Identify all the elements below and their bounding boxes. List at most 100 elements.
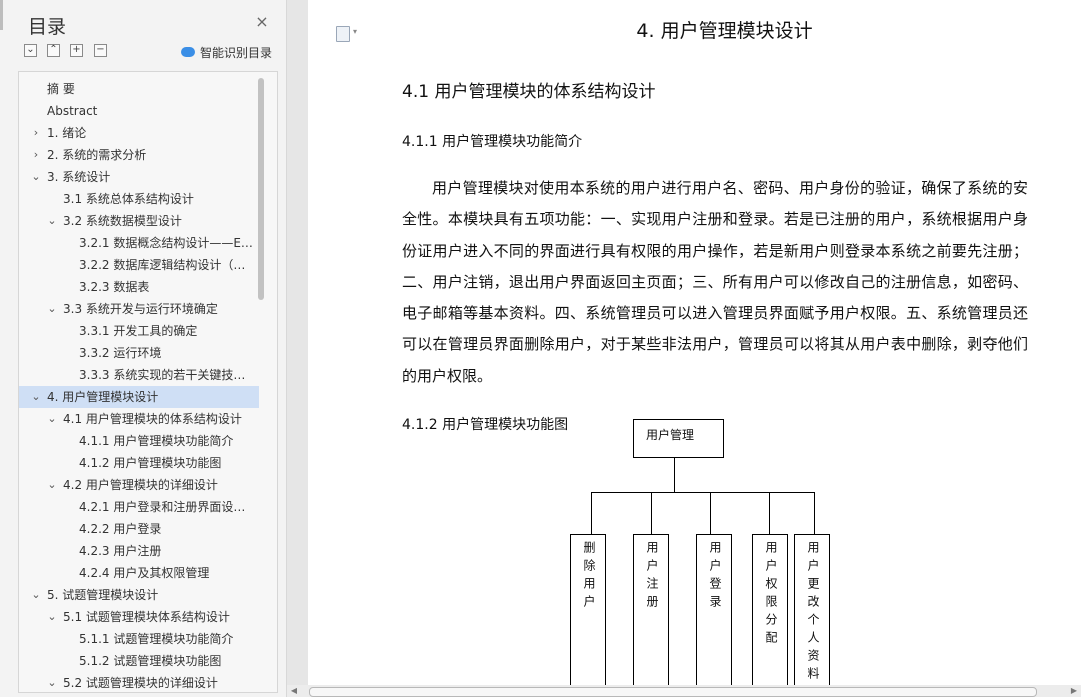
toc-item-label: 4.2 用户管理模块的详细设计 bbox=[63, 478, 218, 492]
toc-item-label: 摘 要 bbox=[47, 82, 75, 96]
scroll-left-icon[interactable]: ◀ bbox=[289, 685, 299, 697]
chevron-down-icon[interactable]: ⌄ bbox=[47, 298, 57, 320]
diagram-connector bbox=[674, 458, 675, 492]
remove-heading-button[interactable]: − bbox=[94, 44, 107, 57]
chevron-right-icon[interactable]: › bbox=[31, 122, 41, 144]
toc-title: 目录 bbox=[28, 16, 67, 38]
diagram-connector bbox=[769, 492, 770, 534]
chevron-down-icon[interactable]: ⌄ bbox=[31, 166, 41, 188]
toc-item[interactable]: › 1. 绪论 bbox=[19, 122, 259, 144]
toc-item[interactable]: 3.3.2 运行环境 bbox=[19, 342, 259, 364]
toc-item[interactable]: ⌄ 3.3 系统开发与运行环境确定 bbox=[19, 298, 259, 320]
diagram-connector bbox=[651, 492, 652, 534]
toc-item-label: 1. 绪论 bbox=[47, 126, 87, 140]
toc-item-label: 4.2.1 用户登录和注册界面设… bbox=[79, 500, 246, 514]
toc-item[interactable]: 摘 要 bbox=[19, 78, 259, 100]
toc-item-label: 3.3.2 运行环境 bbox=[79, 346, 162, 360]
diagram-box-edit-profile: 用户更改个人资料 bbox=[794, 534, 830, 694]
chevron-down-icon[interactable]: ⌄ bbox=[47, 474, 57, 496]
toc-item[interactable]: ⌄ 3. 系统设计 bbox=[19, 166, 259, 188]
toc-item[interactable]: 4.2.4 用户及其权限管理 bbox=[19, 562, 259, 584]
toc-item[interactable]: ⌄ 5.1 试题管理模块体系结构设计 bbox=[19, 606, 259, 628]
toc-item[interactable]: 4.2.3 用户注册 bbox=[19, 540, 259, 562]
toc-item-label: 5.1 试题管理模块体系结构设计 bbox=[63, 610, 230, 624]
toc-item[interactable]: 3.2.2 数据库逻辑结构设计（… bbox=[19, 254, 259, 276]
toc-item-label: 4.2.4 用户及其权限管理 bbox=[79, 566, 210, 580]
toc-item-label: 5.1.1 试题管理模块功能简介 bbox=[79, 632, 234, 646]
diagram-connector bbox=[591, 492, 592, 534]
document-page: 4. 用户管理模块设计 4.1 用户管理模块的体系结构设计 4.1.1 用户管理… bbox=[308, 0, 1081, 694]
toc-item-label: 3.2.3 数据表 bbox=[79, 280, 150, 294]
chevron-down-icon[interactable]: ⌄ bbox=[47, 210, 57, 232]
toc-item[interactable]: ⌄ 3.2 系统数据模型设计 bbox=[19, 210, 259, 232]
toc-item-label: 3.2.1 数据概念结构设计——E… bbox=[79, 236, 253, 250]
toc-item[interactable]: ⌄ 4. 用户管理模块设计 bbox=[19, 386, 259, 408]
chevron-down-icon[interactable]: ⌄ bbox=[47, 672, 57, 692]
diagram-connector bbox=[814, 492, 815, 534]
toc-item-label: 3.1 系统总体系结构设计 bbox=[63, 192, 194, 206]
chevron-down-icon[interactable]: ⌄ bbox=[31, 584, 41, 606]
section-heading: 4.1 用户管理模块的体系结构设计 bbox=[402, 82, 656, 102]
toc-item-label: 4.1.2 用户管理模块功能图 bbox=[79, 456, 222, 470]
toc-item[interactable]: ⌄ 5. 试题管理模块设计 bbox=[19, 584, 259, 606]
subsection-heading-intro: 4.1.1 用户管理模块功能简介 bbox=[402, 134, 583, 150]
document-area: 4. 用户管理模块设计 4.1 用户管理模块的体系结构设计 4.1.1 用户管理… bbox=[287, 0, 1081, 694]
sidebar-edge-tab[interactable] bbox=[0, 0, 3, 30]
chevron-down-icon[interactable]: ⌄ bbox=[47, 408, 57, 430]
toc-item[interactable]: 4.2.1 用户登录和注册界面设… bbox=[19, 496, 259, 518]
toc-item[interactable]: › 2. 系统的需求分析 bbox=[19, 144, 259, 166]
toc-item[interactable]: 4.1.1 用户管理模块功能简介 bbox=[19, 430, 259, 452]
toc-item[interactable]: 4.1.2 用户管理模块功能图 bbox=[19, 452, 259, 474]
smart-toc-button[interactable]: 智能识别目录 bbox=[181, 44, 272, 60]
diagram-box-permissions: 用户权限分配 bbox=[752, 534, 788, 694]
toc-item-label: 5.2 试题管理模块的详细设计 bbox=[63, 676, 218, 690]
expand-up-button[interactable]: ⌃ bbox=[47, 44, 60, 57]
diagram-connector bbox=[591, 492, 815, 493]
smart-toc-label: 智能识别目录 bbox=[200, 45, 273, 60]
diagram-root-box: 用户管理 bbox=[633, 419, 724, 458]
toc-scrollbar[interactable] bbox=[258, 78, 264, 300]
toc-item[interactable]: ⌄ 4.1 用户管理模块的体系结构设计 bbox=[19, 408, 259, 430]
chevron-right-icon[interactable]: › bbox=[31, 144, 41, 166]
toc-item-label: 4.1 用户管理模块的体系结构设计 bbox=[63, 412, 242, 426]
toc-item-label: 4.2.2 用户登录 bbox=[79, 522, 162, 536]
toc-item[interactable]: 5.1.1 试题管理模块功能简介 bbox=[19, 628, 259, 650]
close-icon[interactable]: × bbox=[254, 14, 270, 30]
toc-item-label: 3.3.1 开发工具的确定 bbox=[79, 324, 198, 338]
toc-item-label: 2. 系统的需求分析 bbox=[47, 148, 147, 162]
toc-item[interactable]: 3.2.3 数据表 bbox=[19, 276, 259, 298]
toc-item-label: 5.1.2 试题管理模块功能图 bbox=[79, 654, 222, 668]
toc-item-label: 3.2 系统数据模型设计 bbox=[63, 214, 182, 228]
toc-item-label: 4.2.3 用户注册 bbox=[79, 544, 162, 558]
toc-item[interactable]: 5.1.2 试题管理模块功能图 bbox=[19, 650, 259, 672]
toc-item[interactable]: ⌄ 4.2 用户管理模块的详细设计 bbox=[19, 474, 259, 496]
toc-sidebar: 目录 × ⌄ ⌃ + − 智能识别目录 摘 要 Abstract › 1. 绪论 › 2.… bbox=[0, 0, 287, 697]
diagram-box-register: 用户注册 bbox=[633, 534, 669, 694]
toc-item-label: 5. 试题管理模块设计 bbox=[47, 588, 159, 602]
toc-item-label: 3.2.2 数据库逻辑结构设计（… bbox=[79, 258, 246, 272]
toc-item-label: 3. 系统设计 bbox=[47, 170, 111, 184]
toc-item[interactable]: 4.2.2 用户登录 bbox=[19, 518, 259, 540]
toc-item-label: 4.1.1 用户管理模块功能简介 bbox=[79, 434, 234, 448]
toc-item[interactable]: ⌄ 5.2 试题管理模块的详细设计 bbox=[19, 672, 259, 692]
body-paragraph: 用户管理模块对使用本系统的用户进行用户名、密码、用户身份的验证，确保了系统的安全… bbox=[402, 179, 1028, 385]
toc-panel: 摘 要 Abstract › 1. 绪论 › 2. 系统的需求分析 ⌄ 3. 系统设计 3.1 … bbox=[18, 71, 278, 693]
collapse-all-button[interactable]: ⌄ bbox=[24, 44, 37, 57]
horizontal-scroll-thumb[interactable] bbox=[309, 687, 1037, 697]
toc-item[interactable]: 3.1 系统总体系结构设计 bbox=[19, 188, 259, 210]
toc-item[interactable]: 3.3.3 系统实现的若干关键技… bbox=[19, 364, 259, 386]
chapter-title: 4. 用户管理模块设计 bbox=[636, 20, 813, 42]
diagram-box-login: 用户登录 bbox=[696, 534, 732, 694]
diagram-connector bbox=[710, 492, 711, 534]
chevron-down-icon[interactable]: ⌄ bbox=[31, 386, 41, 408]
add-heading-button[interactable]: + bbox=[70, 44, 83, 57]
toc-item-label: 4. 用户管理模块设计 bbox=[47, 390, 159, 404]
scroll-right-icon[interactable]: ▶ bbox=[1069, 685, 1079, 697]
horizontal-scrollbar[interactable]: ◀ ▶ bbox=[287, 685, 1081, 697]
toc-item[interactable]: 3.2.1 数据概念结构设计——E… bbox=[19, 232, 259, 254]
toc-item[interactable]: Abstract bbox=[19, 100, 259, 122]
cloud-icon bbox=[181, 47, 195, 57]
chevron-down-icon[interactable]: ⌄ bbox=[47, 606, 57, 628]
toc-item[interactable]: 3.3.1 开发工具的确定 bbox=[19, 320, 259, 342]
subsection-heading-diagram: 4.1.2 用户管理模块功能图 bbox=[402, 417, 569, 433]
